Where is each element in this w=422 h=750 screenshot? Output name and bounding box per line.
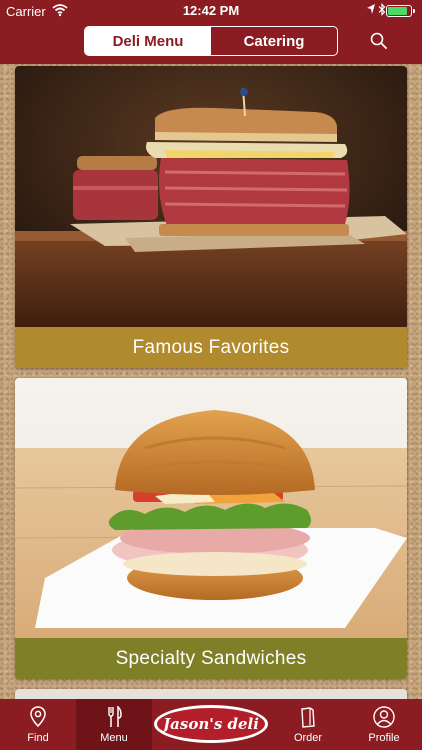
tab-label: Order xyxy=(293,732,323,744)
segment-deli-menu[interactable]: Deli Menu xyxy=(85,27,211,55)
fork-knife-icon xyxy=(102,705,126,729)
jasons-deli-logo[interactable]: Jason's deli xyxy=(152,699,270,750)
category-title-banner: Famous Favorites xyxy=(15,327,407,368)
reuben-sandwich-photo xyxy=(15,66,407,327)
menu-catering-segmented-control: Deli Menu Catering xyxy=(84,26,338,56)
bluetooth-icon xyxy=(378,3,386,19)
category-title-banner: Specialty Sandwiches xyxy=(15,638,407,679)
logo-wordmark: Jason's deli xyxy=(157,708,265,740)
clock: 12:42 PM xyxy=(182,3,240,18)
category-title: Famous Favorites xyxy=(132,336,290,358)
tab-order[interactable]: Order xyxy=(270,699,346,750)
bag-icon xyxy=(296,705,320,729)
user-icon xyxy=(372,705,396,729)
tab-label: Find xyxy=(27,732,49,744)
category-card-famous-favorites[interactable]: Famous Favorites xyxy=(15,66,407,368)
category-title: Specialty Sandwiches xyxy=(115,647,307,669)
tab-menu[interactable]: Menu xyxy=(76,699,152,750)
battery-nub xyxy=(413,9,415,13)
category-card-specialty-sandwiches[interactable]: Specialty Sandwiches xyxy=(15,378,407,679)
segment-catering[interactable]: Catering xyxy=(211,27,337,55)
top-bar: Carrier 12:42 PM Deli Menu Catering xyxy=(0,0,422,64)
tab-label: Menu xyxy=(100,732,128,744)
tab-profile[interactable]: Profile xyxy=(346,699,422,750)
tab-find[interactable]: Find xyxy=(0,699,76,750)
croissant-sandwich-photo xyxy=(15,378,407,638)
map-pin-icon xyxy=(26,705,50,729)
bottom-tab-bar: Find Menu Jason's deli Order Profile xyxy=(0,699,422,750)
tab-label: Profile xyxy=(368,732,400,744)
search-icon[interactable] xyxy=(368,30,390,52)
battery-fill xyxy=(388,7,407,15)
location-arrow-icon xyxy=(366,3,376,18)
status-bar: Carrier 12:42 PM xyxy=(0,0,422,22)
battery-icon xyxy=(386,5,415,17)
